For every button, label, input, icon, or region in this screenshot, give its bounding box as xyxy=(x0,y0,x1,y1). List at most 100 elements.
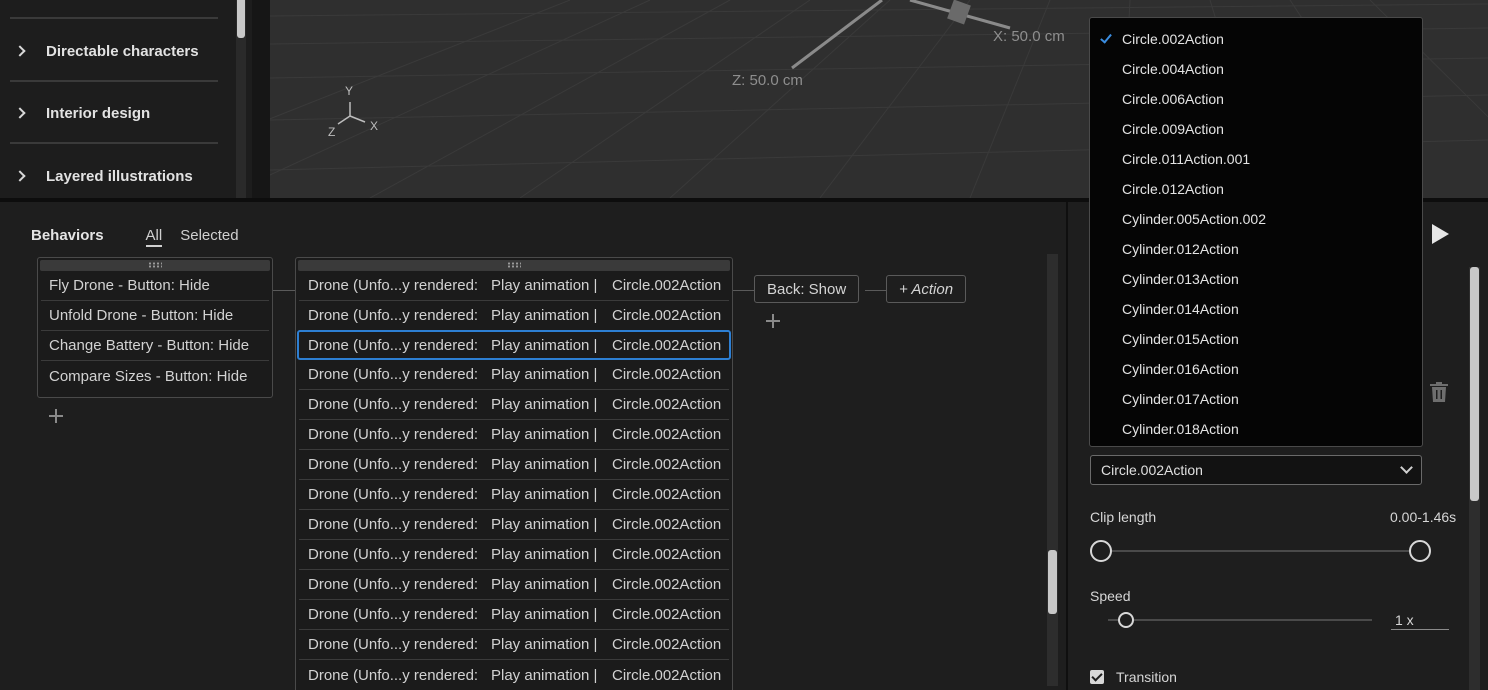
clip-option-label: Circle.004Action xyxy=(1122,61,1224,77)
clip-option-label: Cylinder.013Action xyxy=(1122,271,1239,287)
clip-end-handle[interactable] xyxy=(1409,540,1431,562)
properties-scrollbar-thumb[interactable] xyxy=(1470,267,1479,501)
clip-option[interactable]: Cylinder.015Action xyxy=(1090,324,1422,354)
trigger-row[interactable]: Compare Sizes - Button: Hide xyxy=(41,361,269,391)
action-row[interactable]: Drone (Unfo...y rendered: Play animation … xyxy=(297,330,731,360)
trigger-row[interactable]: Change Battery - Button: Hide xyxy=(41,331,269,361)
clip-option[interactable]: Cylinder.005Action.002 xyxy=(1090,204,1422,234)
clip-option[interactable]: Cylinder.013Action xyxy=(1090,264,1422,294)
x-dimension-readout: X: 50.0 cm xyxy=(993,28,1065,45)
action-row-verb: Play animation | xyxy=(491,546,598,563)
add-branch-icon[interactable] xyxy=(766,314,780,328)
transition-label: Transition xyxy=(1116,669,1177,685)
library-scrollbar[interactable] xyxy=(236,0,246,198)
clip-select[interactable]: Circle.002Action xyxy=(1090,455,1422,485)
behaviors-scrollbar[interactable] xyxy=(1047,254,1058,686)
action-row-verb: Play animation | xyxy=(491,486,598,503)
checkmark-icon xyxy=(1100,31,1112,44)
action-row[interactable]: Drone (Unfo...y rendered: Play animation … xyxy=(299,660,729,690)
clip-option[interactable]: Circle.011Action.001 xyxy=(1090,144,1422,174)
clip-option-label: Cylinder.014Action xyxy=(1122,301,1239,317)
action-list: Drone (Unfo...y rendered: Play animation … xyxy=(296,271,732,690)
action-row[interactable]: Drone (Unfo...y rendered: Play animation … xyxy=(299,630,729,660)
trash-icon[interactable] xyxy=(1430,382,1448,402)
action-row-verb: Play animation | xyxy=(491,576,598,593)
clip-start-handle[interactable] xyxy=(1090,540,1112,562)
clip-option[interactable]: Circle.006Action xyxy=(1090,84,1422,114)
clip-length-label: Clip length xyxy=(1090,509,1157,525)
action-row-verb: Play animation | xyxy=(491,516,598,533)
clip-option[interactable]: Cylinder.017Action xyxy=(1090,384,1422,414)
clip-option[interactable]: Cylinder.018Action xyxy=(1090,414,1422,444)
action-row[interactable]: Drone (Unfo...y rendered: Play animation … xyxy=(299,540,729,570)
axis-y-label: Y xyxy=(345,84,354,98)
library-divider xyxy=(10,80,218,82)
action-row-target: Drone (Unfo...y rendered: xyxy=(308,456,479,473)
clip-option-label: Circle.009Action xyxy=(1122,121,1224,137)
add-action-button[interactable]: + Action xyxy=(886,275,967,303)
clip-option-label: Cylinder.005Action.002 xyxy=(1122,211,1266,227)
properties-scrollbar[interactable] xyxy=(1469,267,1480,690)
trigger-row[interactable]: Fly Drone - Button: Hide xyxy=(41,271,269,301)
action-row[interactable]: Drone (Unfo...y rendered: Play animation … xyxy=(299,360,729,390)
tab-selected[interactable]: Selected xyxy=(180,227,238,244)
trigger-row[interactable]: Unfold Drone - Button: Hide xyxy=(41,301,269,331)
clip-option[interactable]: Circle.012Action xyxy=(1090,174,1422,204)
speed-handle[interactable] xyxy=(1118,612,1134,628)
speed-track[interactable] xyxy=(1108,619,1372,621)
action-row[interactable]: Drone (Unfo...y rendered: Play animation … xyxy=(299,301,729,331)
connector-line xyxy=(273,290,295,291)
action-row-clip: Circle.002Action xyxy=(612,576,722,593)
library-scrollbar-thumb[interactable] xyxy=(237,0,245,38)
back-show-chip[interactable]: Back: Show xyxy=(754,275,860,303)
actions-column: Drone (Unfo...y rendered: Play animation … xyxy=(295,257,733,690)
action-row[interactable]: Drone (Unfo...y rendered: Play animation … xyxy=(299,271,729,301)
column-drag-handle[interactable] xyxy=(298,260,730,271)
axis-x-label: X xyxy=(370,119,379,133)
action-row[interactable]: Drone (Unfo...y rendered: Play animation … xyxy=(299,600,729,630)
action-row-verb: Play animation | xyxy=(491,456,598,473)
z-dimension-readout: Z: 50.0 cm xyxy=(732,72,803,89)
add-trigger-icon[interactable] xyxy=(49,409,63,423)
speed-value-field[interactable]: 1 x xyxy=(1391,612,1449,630)
clip-option[interactable]: Circle.009Action xyxy=(1090,114,1422,144)
clip-length-track[interactable] xyxy=(1112,550,1420,552)
action-row[interactable]: Drone (Unfo...y rendered: Play animation … xyxy=(299,420,729,450)
library-divider xyxy=(10,142,218,144)
clip-option[interactable]: Cylinder.016Action xyxy=(1090,354,1422,384)
behaviors-title: Behaviors xyxy=(31,227,104,244)
column-drag-handle[interactable] xyxy=(40,260,270,271)
action-row-clip: Circle.002Action xyxy=(612,606,722,623)
action-row[interactable]: Drone (Unfo...y rendered: Play animation … xyxy=(299,570,729,600)
clip-option[interactable]: Cylinder.014Action xyxy=(1090,294,1422,324)
action-row-target: Drone (Unfo...y rendered: xyxy=(308,426,479,443)
action-row-verb: Play animation | xyxy=(491,277,598,294)
action-row-target: Drone (Unfo...y rendered: xyxy=(308,516,479,533)
clip-option[interactable]: Circle.004Action xyxy=(1090,54,1422,84)
clip-option-label: Cylinder.016Action xyxy=(1122,361,1239,377)
library-item-layered-illustrations[interactable]: Layered illustrations xyxy=(14,163,193,189)
clip-option[interactable]: Circle.002Action xyxy=(1090,24,1422,54)
clip-option-label: Cylinder.012Action xyxy=(1122,241,1239,257)
clip-option[interactable]: Cylinder.012Action xyxy=(1090,234,1422,264)
tab-all[interactable]: All xyxy=(145,227,163,247)
library-item-label: Layered illustrations xyxy=(46,167,193,185)
behaviors-scrollbar-thumb[interactable] xyxy=(1048,550,1057,614)
play-icon[interactable] xyxy=(1432,224,1449,244)
action-row-target: Drone (Unfo...y rendered: xyxy=(308,666,479,684)
action-row[interactable]: Drone (Unfo...y rendered: Play animation … xyxy=(299,390,729,420)
library-item-label: Interior design xyxy=(46,104,151,122)
behaviors-panel: Behaviors All Selected Fly Drone - Butto… xyxy=(0,202,1066,690)
action-row[interactable]: Drone (Unfo...y rendered: Play animation … xyxy=(299,480,729,510)
action-row-verb: Play animation | xyxy=(491,396,598,413)
chevron-right-icon xyxy=(14,169,28,183)
action-row[interactable]: Drone (Unfo...y rendered: Play animation … xyxy=(299,510,729,540)
action-row-clip: Circle.002Action xyxy=(612,516,722,533)
transition-checkbox[interactable] xyxy=(1090,670,1104,684)
connector-line xyxy=(733,290,754,291)
action-row[interactable]: Drone (Unfo...y rendered: Play animation … xyxy=(299,450,729,480)
library-item-directable-characters[interactable]: Directable characters xyxy=(14,38,199,64)
action-row-target: Drone (Unfo...y rendered: xyxy=(308,366,479,383)
action-row-target: Drone (Unfo...y rendered: xyxy=(308,396,479,413)
library-item-interior-design[interactable]: Interior design xyxy=(14,100,150,126)
